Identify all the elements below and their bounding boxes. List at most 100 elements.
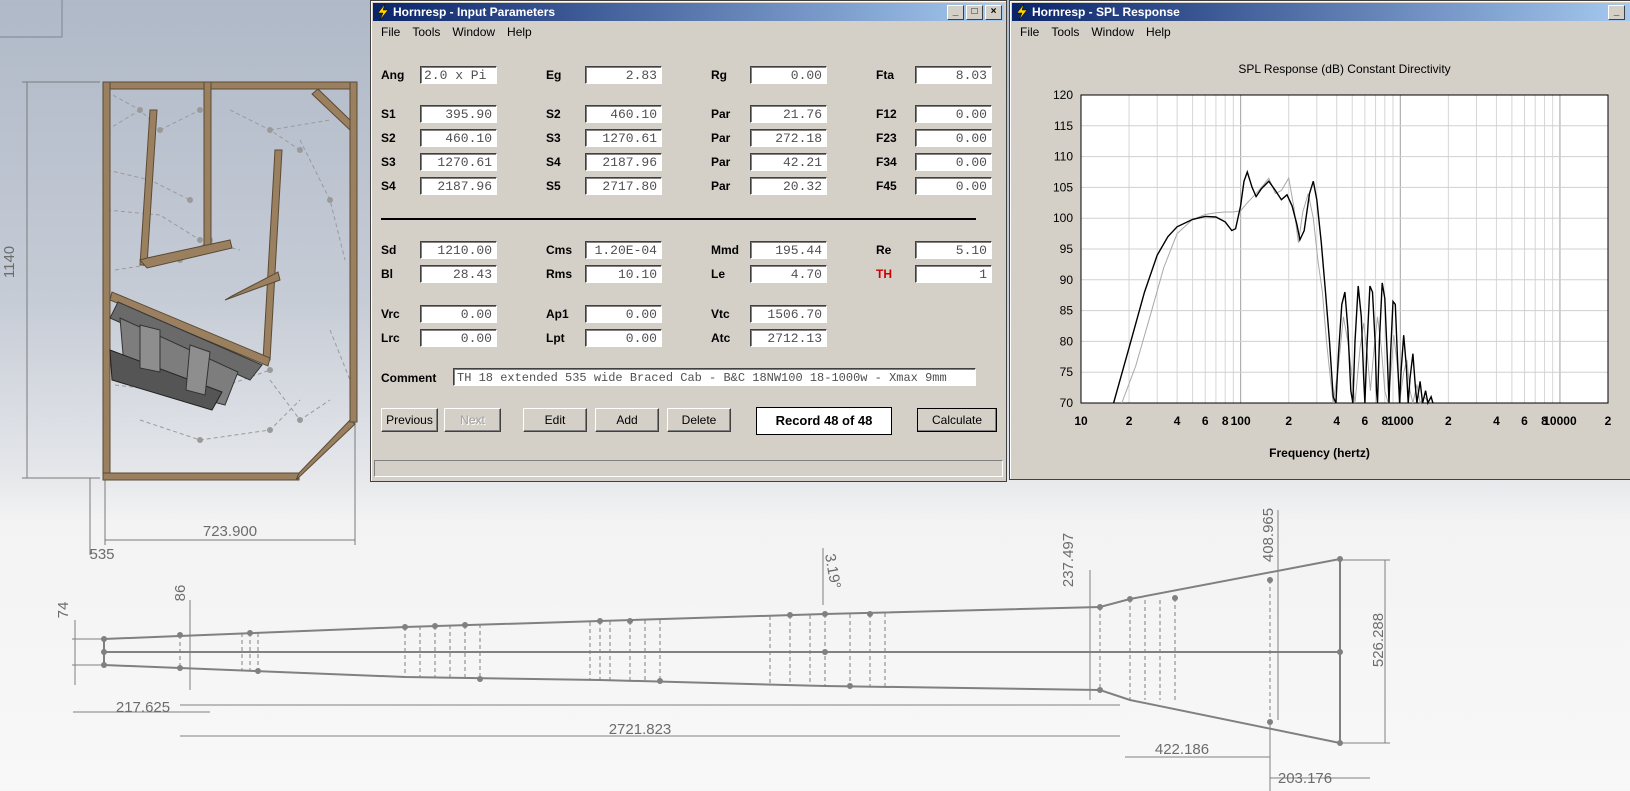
- param-field-th[interactable]: 1: [915, 265, 992, 283]
- param-field-s2[interactable]: 460.10: [585, 105, 662, 123]
- param-label-f45: F45: [876, 179, 897, 193]
- y-tick-label: 100: [1053, 211, 1073, 225]
- next-button[interactable]: Next: [444, 408, 501, 432]
- param-label-s2: S2: [546, 107, 561, 121]
- input-window-menubar: File Tools Window Help: [375, 23, 538, 41]
- menu-window[interactable]: Window: [446, 23, 501, 41]
- param-field-bl[interactable]: 28.43: [420, 265, 497, 283]
- dim-237-label: 237.497: [1060, 533, 1077, 587]
- menu-help[interactable]: Help: [1140, 23, 1177, 41]
- spl-response-chart: SPL Response (dB) Constant Directivity 70…: [1053, 62, 1612, 460]
- section-divider: [381, 218, 976, 220]
- spl-window-titlebar[interactable]: Hornresp - SPL Response _: [1012, 3, 1630, 21]
- y-tick-label: 70: [1060, 396, 1074, 410]
- param-field-s3[interactable]: 1270.61: [585, 129, 662, 147]
- param-field-f34[interactable]: 0.00: [915, 153, 992, 171]
- calculate-button[interactable]: Calculate: [917, 408, 997, 432]
- param-field-s5[interactable]: 2717.80: [585, 177, 662, 195]
- param-field-vtc[interactable]: 1506.70: [750, 305, 827, 323]
- param-field-s3[interactable]: 1270.61: [420, 153, 497, 171]
- x-tick-label: 6: [1521, 414, 1528, 428]
- param-label-par: Par: [711, 131, 731, 145]
- x-tick-label: 4: [1493, 414, 1500, 428]
- param-label-atc: Atc: [711, 331, 731, 345]
- param-field-fta[interactable]: 8.03: [915, 66, 992, 84]
- x-tick-label: 2: [1445, 414, 1452, 428]
- param-field-s4[interactable]: 2187.96: [420, 177, 497, 195]
- param-field-vrc[interactable]: 0.00: [420, 305, 497, 323]
- param-field-par[interactable]: 42.21: [750, 153, 827, 171]
- param-label-par: Par: [711, 179, 731, 193]
- y-tick-label: 95: [1060, 242, 1074, 256]
- param-field-rg[interactable]: 0.00: [750, 66, 827, 84]
- y-tick-label: 120: [1053, 88, 1073, 102]
- previous-button[interactable]: Previous: [381, 408, 438, 432]
- param-label-eg: Eg: [546, 68, 562, 82]
- param-field-f23[interactable]: 0.00: [915, 129, 992, 147]
- param-label-th: TH: [876, 267, 892, 281]
- param-field-s1[interactable]: 395.90: [420, 105, 497, 123]
- y-tick-label: 80: [1060, 334, 1074, 348]
- record-indicator: Record 48 of 48: [756, 407, 892, 435]
- spl-window-menubar: File Tools Window Help: [1014, 23, 1177, 41]
- param-field-eg[interactable]: 2.83: [585, 66, 662, 84]
- param-label-ap1: Ap1: [546, 307, 569, 321]
- param-field-lrc[interactable]: 0.00: [420, 329, 497, 347]
- x-tick-label: 2: [1126, 414, 1133, 428]
- param-field-re[interactable]: 5.10: [915, 241, 992, 259]
- spl-window-title: Hornresp - SPL Response: [1032, 5, 1180, 19]
- dim-526-label: 526.288: [1370, 613, 1387, 667]
- input-window-titlebar[interactable]: Hornresp - Input Parameters _ □ ×: [373, 3, 1004, 21]
- y-tick-label: 90: [1060, 273, 1074, 287]
- param-field-par[interactable]: 21.76: [750, 105, 827, 123]
- param-field-s4[interactable]: 2187.96: [585, 153, 662, 171]
- param-field-atc[interactable]: 2712.13: [750, 329, 827, 347]
- param-label-s4: S4: [381, 179, 396, 193]
- maximize-button[interactable]: □: [966, 5, 983, 20]
- add-button[interactable]: Add: [595, 408, 659, 432]
- minimize-button[interactable]: _: [1608, 5, 1625, 20]
- param-label-fta: Fta: [876, 68, 894, 82]
- param-field-ap1[interactable]: 0.00: [585, 305, 662, 323]
- x-tick-label: 4: [1333, 414, 1340, 428]
- x-tick-label: 1000: [1387, 414, 1414, 428]
- menu-tools[interactable]: Tools: [406, 23, 446, 41]
- param-field-le[interactable]: 4.70: [750, 265, 827, 283]
- param-field-par[interactable]: 20.32: [750, 177, 827, 195]
- dim-203-label: 203.176: [1278, 770, 1332, 787]
- param-field-mmd[interactable]: 195.44: [750, 241, 827, 259]
- param-label-par: Par: [711, 107, 731, 121]
- comment-field[interactable]: TH 18 extended 535 wide Braced Cab - B&C…: [453, 368, 976, 386]
- param-field-sd[interactable]: 1210.00: [420, 241, 497, 259]
- y-tick-label: 85: [1060, 304, 1074, 318]
- param-label-s4: S4: [546, 155, 561, 169]
- comment-label: Comment: [381, 371, 437, 385]
- menu-tools[interactable]: Tools: [1045, 23, 1085, 41]
- param-field-f45[interactable]: 0.00: [915, 177, 992, 195]
- edit-button[interactable]: Edit: [523, 408, 587, 432]
- menu-help[interactable]: Help: [501, 23, 538, 41]
- dim-408-label: 408.965: [1260, 508, 1277, 562]
- param-field-s2[interactable]: 460.10: [420, 129, 497, 147]
- param-field-f12[interactable]: 0.00: [915, 105, 992, 123]
- x-axis-label: Frequency (hertz): [1269, 446, 1370, 460]
- y-tick-label: 75: [1060, 365, 1074, 379]
- param-label-f34: F34: [876, 155, 897, 169]
- x-tick-label: 6: [1362, 414, 1369, 428]
- param-field-lpt[interactable]: 0.00: [585, 329, 662, 347]
- delete-button[interactable]: Delete: [667, 408, 731, 432]
- minimize-button[interactable]: _: [947, 5, 964, 20]
- height-dim-label: 1140: [1, 246, 18, 278]
- chart-title: SPL Response (dB) Constant Directivity: [1238, 62, 1450, 76]
- menu-file[interactable]: File: [1014, 23, 1045, 41]
- param-field-par[interactable]: 272.18: [750, 129, 827, 147]
- menu-window[interactable]: Window: [1085, 23, 1140, 41]
- param-field-cms[interactable]: 1.20E-04: [585, 241, 662, 259]
- cabinet-section-view: [102, 81, 358, 481]
- close-button[interactable]: ×: [985, 5, 1002, 20]
- menu-file[interactable]: File: [375, 23, 406, 41]
- param-label-s1: S1: [381, 107, 396, 121]
- param-label-vtc: Vtc: [711, 307, 730, 321]
- param-field-rms[interactable]: 10.10: [585, 265, 662, 283]
- param-field-ang[interactable]: 2.0 x Pi: [420, 66, 497, 84]
